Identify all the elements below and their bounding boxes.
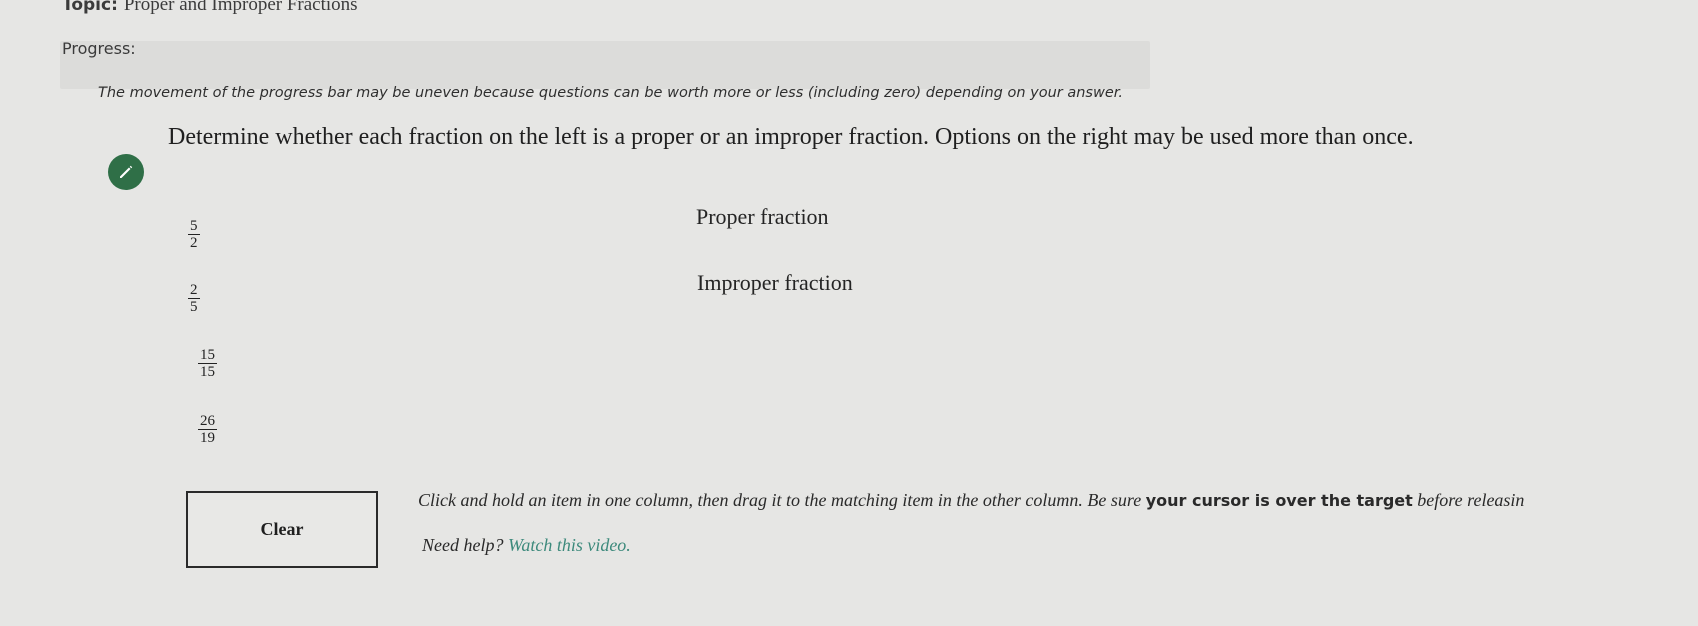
fraction-numerator: 26 xyxy=(198,413,217,430)
instruction-text-start: Click and hold an item in one column, th… xyxy=(418,490,1146,510)
help-prefix: Need help? xyxy=(422,535,504,555)
fraction-numerator: 5 xyxy=(188,218,200,235)
topic-label: Topic: xyxy=(62,0,118,15)
drag-instructions: Click and hold an item in one column, th… xyxy=(418,490,1524,511)
instruction-text-end: before releasin xyxy=(1412,490,1525,510)
fraction-denominator: 15 xyxy=(200,364,215,380)
fraction-item-3[interactable]: 15 15 xyxy=(198,347,217,380)
fraction-item-1[interactable]: 5 2 xyxy=(188,218,200,251)
instruction-text-bold: your cursor is over the target xyxy=(1145,491,1413,510)
watch-video-link[interactable]: Watch this video. xyxy=(508,535,631,555)
pencil-icon xyxy=(108,154,144,190)
fraction-numerator: 2 xyxy=(188,282,200,299)
fraction-denominator: 5 xyxy=(190,299,198,315)
option-proper-fraction[interactable]: Proper fraction xyxy=(696,204,829,230)
topic-text: Proper and Improper Fractions xyxy=(123,0,358,15)
progress-label: Progress: xyxy=(62,39,136,58)
topic-heading: Topic: Proper and Improper Fractions xyxy=(62,0,358,16)
clear-button[interactable]: Clear xyxy=(186,491,378,568)
help-line: Need help? Watch this video. xyxy=(422,535,631,556)
fraction-item-2[interactable]: 2 5 xyxy=(188,282,200,315)
question-prompt: Determine whether each fraction on the l… xyxy=(168,124,1414,150)
fraction-denominator: 19 xyxy=(200,430,215,446)
progress-bar xyxy=(60,41,1150,89)
fraction-numerator: 15 xyxy=(198,347,217,364)
progress-note: The movement of the progress bar may be … xyxy=(98,85,1124,101)
fraction-denominator: 2 xyxy=(190,235,198,251)
option-improper-fraction[interactable]: Improper fraction xyxy=(697,270,853,296)
fraction-item-4[interactable]: 26 19 xyxy=(198,413,217,446)
